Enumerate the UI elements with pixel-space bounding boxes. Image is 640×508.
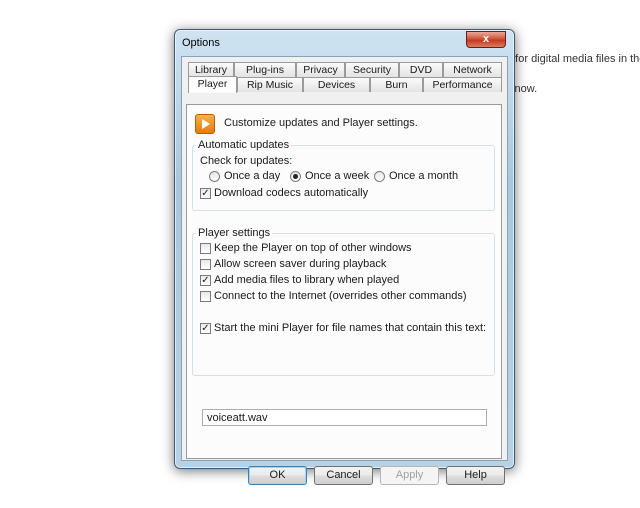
radio-once-a-month-label[interactable]: Once a month [389,170,458,182]
mini-player-checkbox[interactable]: ✓ [200,323,211,334]
connect-internet-label[interactable]: Connect to the Internet (overrides other… [214,290,467,302]
player-settings-icon [195,114,215,134]
help-button[interactable]: Help [446,466,505,485]
download-codecs-label[interactable]: Download codecs automatically [214,187,368,199]
close-icon: x [482,33,490,45]
radio-once-a-day-label[interactable]: Once a day [224,170,280,182]
keep-on-top-checkbox[interactable] [200,243,211,254]
radio-once-a-day[interactable] [209,171,220,182]
tab-burn[interactable]: Burn [370,77,423,92]
dialog-client-area: Library Plug-ins Privacy Security DVD Ne… [181,56,508,485]
tab-plug-ins[interactable]: Plug-ins [234,62,296,77]
add-to-library-checkbox[interactable]: ✓ [200,275,211,286]
player-settings-group: Player settings Keep the Player on top o… [192,227,495,376]
keep-on-top-label[interactable]: Keep the Player on top of other windows [214,242,412,254]
player-tab-page: Customize updates and Player settings. A… [186,104,502,459]
tab-security[interactable]: Security [345,62,399,77]
apply-button[interactable]: Apply [380,466,439,485]
background-text-line-1: g for digital media files in the l [506,53,640,65]
close-button[interactable]: x [466,31,506,48]
tab-performance[interactable]: Performance [423,77,502,92]
tab-dvd[interactable]: DVD [399,62,443,77]
tab-privacy[interactable]: Privacy [296,62,345,77]
download-codecs-checkbox[interactable]: ✓ [200,188,211,199]
tab-network[interactable]: Network [443,62,502,77]
allow-screensaver-checkbox[interactable] [200,259,211,270]
cancel-button[interactable]: Cancel [314,466,373,485]
radio-once-a-month[interactable] [374,171,385,182]
automatic-updates-group: Automatic updates Check for updates: Onc… [192,139,495,211]
player-settings-label: Player settings [196,227,273,239]
ok-button[interactable]: OK [248,466,307,485]
check-for-updates-label: Check for updates: [200,155,293,167]
allow-screensaver-label[interactable]: Allow screen saver during playback [214,258,386,270]
add-to-library-label[interactable]: Add media files to library when played [214,274,399,286]
tab-player[interactable]: Player [188,76,237,93]
tab-library[interactable]: Library [188,62,234,77]
dialog-title: Options [182,37,220,49]
options-dialog: Options x Library Plug-ins Privacy Secur… [174,29,515,485]
mini-player-filename-input[interactable]: voiceatt.wav [202,409,487,426]
tab-description: Customize updates and Player settings. [224,117,418,129]
tab-devices[interactable]: Devices [303,77,370,92]
mini-player-label[interactable]: Start the mini Player for file names tha… [214,322,486,334]
radio-once-a-week-label[interactable]: Once a week [305,170,369,182]
radio-once-a-week[interactable] [290,171,301,182]
automatic-updates-label: Automatic updates [196,139,292,151]
tab-rip-music[interactable]: Rip Music [237,77,303,92]
connect-internet-checkbox[interactable] [200,291,211,302]
